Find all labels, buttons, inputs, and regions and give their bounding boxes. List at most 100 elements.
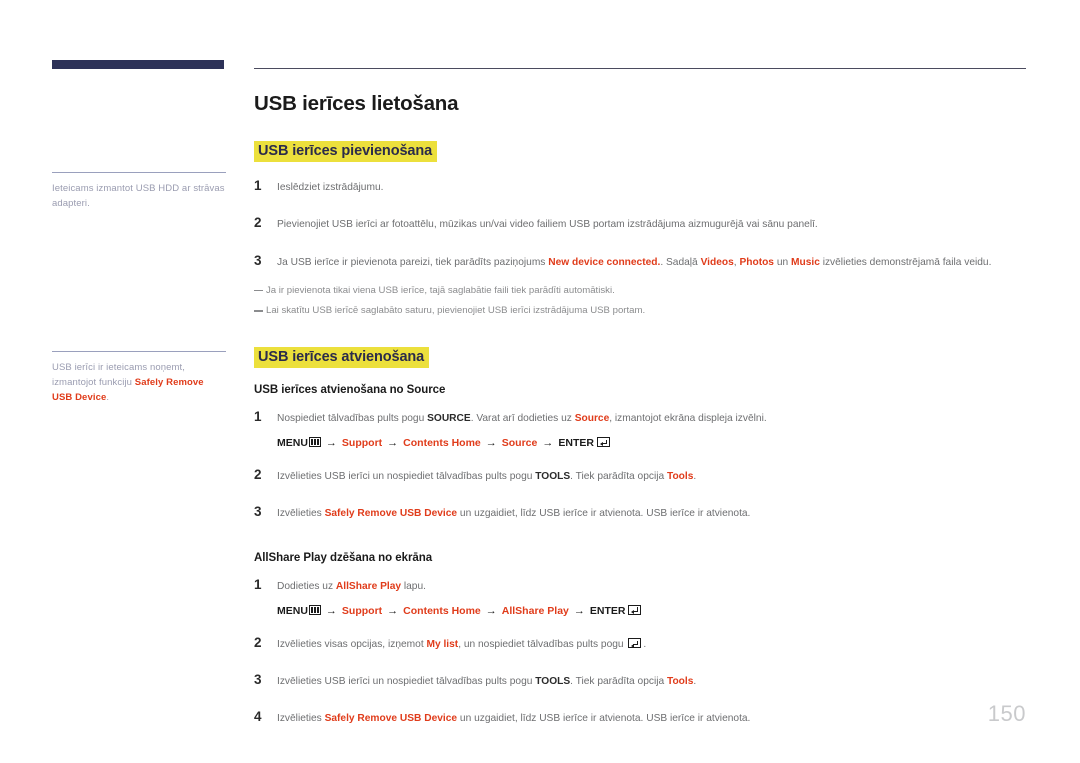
- sidebar: Ieteicams izmantot USB HDD ar strāvas ad…: [52, 60, 240, 406]
- section-heading-disconnect: USB ierīces atvienošana: [254, 346, 430, 368]
- accent-text: Videos: [700, 256, 734, 268]
- arrow-icon: →: [325, 436, 337, 449]
- enter-key-icon: [628, 604, 642, 615]
- menu-path-item[interactable]: AllShare Play: [502, 605, 569, 617]
- step-item: 2 Izvēlieties USB ierīci un nospiediet t…: [254, 467, 1026, 484]
- body-text: Dodieties uz: [277, 580, 336, 592]
- body-text: Izvēlieties USB ierīci un nospiediet tāl…: [277, 470, 536, 482]
- arrow-icon: →: [485, 604, 497, 617]
- accent-text: Photos: [739, 256, 774, 268]
- arrow-icon: →: [387, 436, 399, 449]
- body-text: Izvēlieties USB ierīci un nospiediet tāl…: [277, 676, 536, 688]
- step-item: 2 Pievienojiet USB ierīci ar fotoattēlu,…: [254, 215, 1026, 232]
- emphasis-text: TOOLS: [535, 470, 571, 482]
- arrow-icon: →: [573, 604, 585, 617]
- step-number: 1: [254, 178, 262, 193]
- step-text: Ieslēdziet izstrādājumu.: [277, 178, 383, 195]
- header-rule: [254, 68, 1026, 69]
- menu-path-source: MENU → Support → Contents Home → Source → ENTER: [277, 436, 1026, 449]
- note-text: Ja ir pievienota tikai viena USB ierīce,…: [266, 284, 615, 296]
- step-item: 4 Izvēlieties Safely Remove USB Device u…: [254, 709, 1026, 726]
- arrow-icon: →: [387, 604, 399, 617]
- manual-page: Ieteicams izmantot USB HDD ar strāvas ad…: [0, 0, 1080, 763]
- page-title: USB ierīces lietošana: [254, 92, 459, 115]
- body-text: Ja USB ierīce ir pievienota pareizi, tie…: [277, 256, 549, 268]
- brand-bar: [52, 60, 224, 69]
- body-text: .: [693, 470, 697, 482]
- accent-text: My list: [426, 638, 459, 650]
- accent-text: Tools: [666, 470, 694, 482]
- arrow-icon: →: [325, 604, 337, 617]
- body-text: , un nospiediet tālvadības pults pogu: [458, 638, 627, 650]
- main-content: USB ierīces lietošana USB ierīces pievie…: [254, 68, 1026, 747]
- note-item: Lai skatītu USB ierīcē saglabāto saturu,…: [254, 304, 1026, 318]
- arrow-icon: →: [485, 436, 497, 449]
- side-note-hdd: Ieteicams izmantot USB HDD ar strāvas ad…: [52, 172, 226, 211]
- dash-icon: [254, 289, 263, 292]
- body-text: Izvēlieties visas opcijas, izņemot: [277, 638, 427, 650]
- body-text: Ieslēdziet izstrādājumu.: [277, 182, 384, 193]
- enter-key-icon: [596, 436, 610, 447]
- menu-path-item[interactable]: Source: [502, 437, 538, 449]
- step-item: 3 Izvēlieties Safely Remove USB Device u…: [254, 504, 1026, 521]
- step-text: Izvēlieties USB ierīci un nospiediet tāl…: [277, 467, 696, 484]
- step-number: 3: [254, 672, 262, 688]
- steps-connect: 1 Ieslēdziet izstrādājumu. 2 Pievienojie…: [254, 178, 1026, 270]
- body-text: .: [643, 638, 647, 650]
- note-item: Ja ir pievienota tikai viena USB ierīce,…: [254, 284, 1026, 298]
- step-item: 1 Nospiediet tālvadības pults pogu SOURC…: [254, 409, 1026, 426]
- body-text: un: [773, 256, 791, 268]
- step-text: Ja USB ierīce ir pievienota pareizi, tie…: [277, 253, 991, 270]
- body-text: . Varat arī dodieties uz: [470, 412, 575, 424]
- enter-key-icon: [628, 638, 642, 649]
- step-text: Izvēlieties Safely Remove USB Device un …: [277, 504, 750, 521]
- body-text: . Tiek parādīta opcija: [570, 676, 667, 688]
- step-number: 2: [254, 466, 262, 482]
- dash-icon: [254, 310, 263, 312]
- accent-text: Safely Remove USB Device: [324, 508, 458, 520]
- body-text: izvēlieties demonstrējamā faila veidu.: [819, 256, 992, 268]
- note-text: Lai skatītu USB ierīcē saglabāto saturu,…: [266, 305, 646, 317]
- step-number: 1: [254, 576, 262, 592]
- step-text: Nospiediet tālvadības pults pogu SOURCE.…: [277, 409, 767, 426]
- notes-connect: Ja ir pievienota tikai viena USB ierīce,…: [254, 284, 1026, 319]
- emphasis-text: TOOLS: [535, 676, 571, 688]
- body-text: . Sadaļā: [660, 256, 701, 268]
- menu-path-item[interactable]: Contents Home: [403, 605, 481, 617]
- page-number: 150: [987, 701, 1026, 726]
- body-text: Izvēlieties: [277, 713, 325, 725]
- step-number: 2: [254, 634, 262, 650]
- step-text: Dodieties uz AllShare Play lapu.: [277, 577, 426, 594]
- subsection-title-source: USB ierīces atvienošana no Source: [254, 383, 446, 396]
- side-note-safe-remove-tail: .: [106, 391, 110, 403]
- accent-text: New device connected.: [548, 256, 661, 268]
- menu-button-label[interactable]: MENU: [277, 605, 321, 617]
- accent-text: AllShare Play: [335, 580, 402, 592]
- side-note-hdd-text: Ieteicams izmantot USB HDD ar strāvas ad…: [52, 183, 225, 209]
- enter-button-label[interactable]: ENTER: [558, 436, 610, 449]
- menu-button-label[interactable]: MENU: [277, 437, 321, 449]
- accent-text: Safely Remove USB Device: [324, 713, 458, 725]
- emphasis-text: SOURCE: [427, 412, 471, 424]
- step-text: Izvēlieties visas opcijas, izņemot My li…: [277, 635, 646, 652]
- step-number: 1: [254, 408, 262, 424]
- body-text: un uzgaidiet, līdz USB ierīce ir atvieno…: [457, 508, 751, 520]
- menu-path-allshare: MENU → Support → Contents Home → AllShare Play…: [277, 604, 1026, 617]
- menu-path-item[interactable]: Support: [342, 437, 382, 449]
- step-number: 3: [254, 504, 262, 520]
- menu-path-item[interactable]: Contents Home: [403, 437, 481, 449]
- section-heading-connect: USB ierīces pievienošana: [254, 141, 438, 162]
- menu-bars-icon: [308, 605, 321, 615]
- menu-path-item[interactable]: Support: [342, 605, 382, 617]
- step-text: Pievienojiet USB ierīci ar fotoattēlu, m…: [277, 215, 818, 232]
- accent-text: Source: [574, 412, 610, 424]
- step-text: Izvēlieties USB ierīci un nospiediet tāl…: [277, 672, 696, 689]
- body-text: .: [693, 676, 697, 688]
- enter-button-label[interactable]: ENTER: [590, 604, 642, 617]
- body-text: un uzgaidiet, līdz USB ierīce ir atvieno…: [457, 713, 751, 725]
- menu-bars-icon: [308, 437, 321, 447]
- step-text: Izvēlieties Safely Remove USB Device un …: [277, 709, 750, 726]
- step-item: 3 Ja USB ierīce ir pievienota pareizi, t…: [254, 253, 1026, 270]
- body-text: lapu.: [401, 580, 426, 592]
- step-item: 1 Ieslēdziet izstrādājumu.: [254, 178, 1026, 195]
